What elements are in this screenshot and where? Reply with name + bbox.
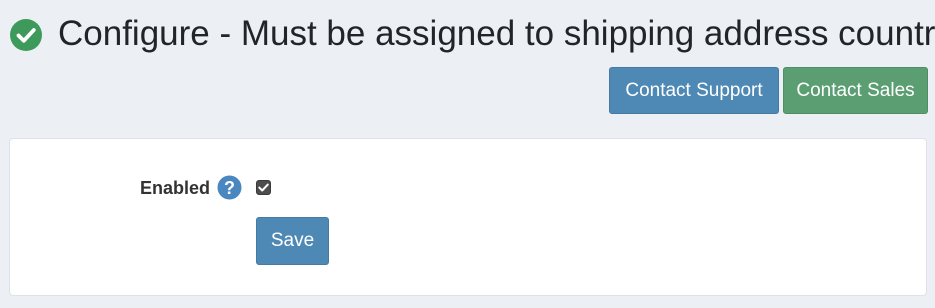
question-circle-icon[interactable]: ? bbox=[217, 175, 242, 200]
save-button[interactable]: Save bbox=[256, 217, 329, 265]
contact-support-button[interactable]: Contact Support bbox=[609, 67, 779, 114]
enabled-label: Enabled bbox=[140, 178, 211, 198]
settings-card: Enabled ? Save bbox=[9, 138, 927, 296]
svg-text:?: ? bbox=[224, 178, 235, 198]
enabled-checkbox[interactable] bbox=[256, 180, 271, 195]
check-circle-icon bbox=[10, 19, 42, 51]
page-title: Configure - Must be assigned to shipping… bbox=[58, 14, 935, 53]
contact-sales-button[interactable]: Contact Sales bbox=[783, 67, 928, 114]
